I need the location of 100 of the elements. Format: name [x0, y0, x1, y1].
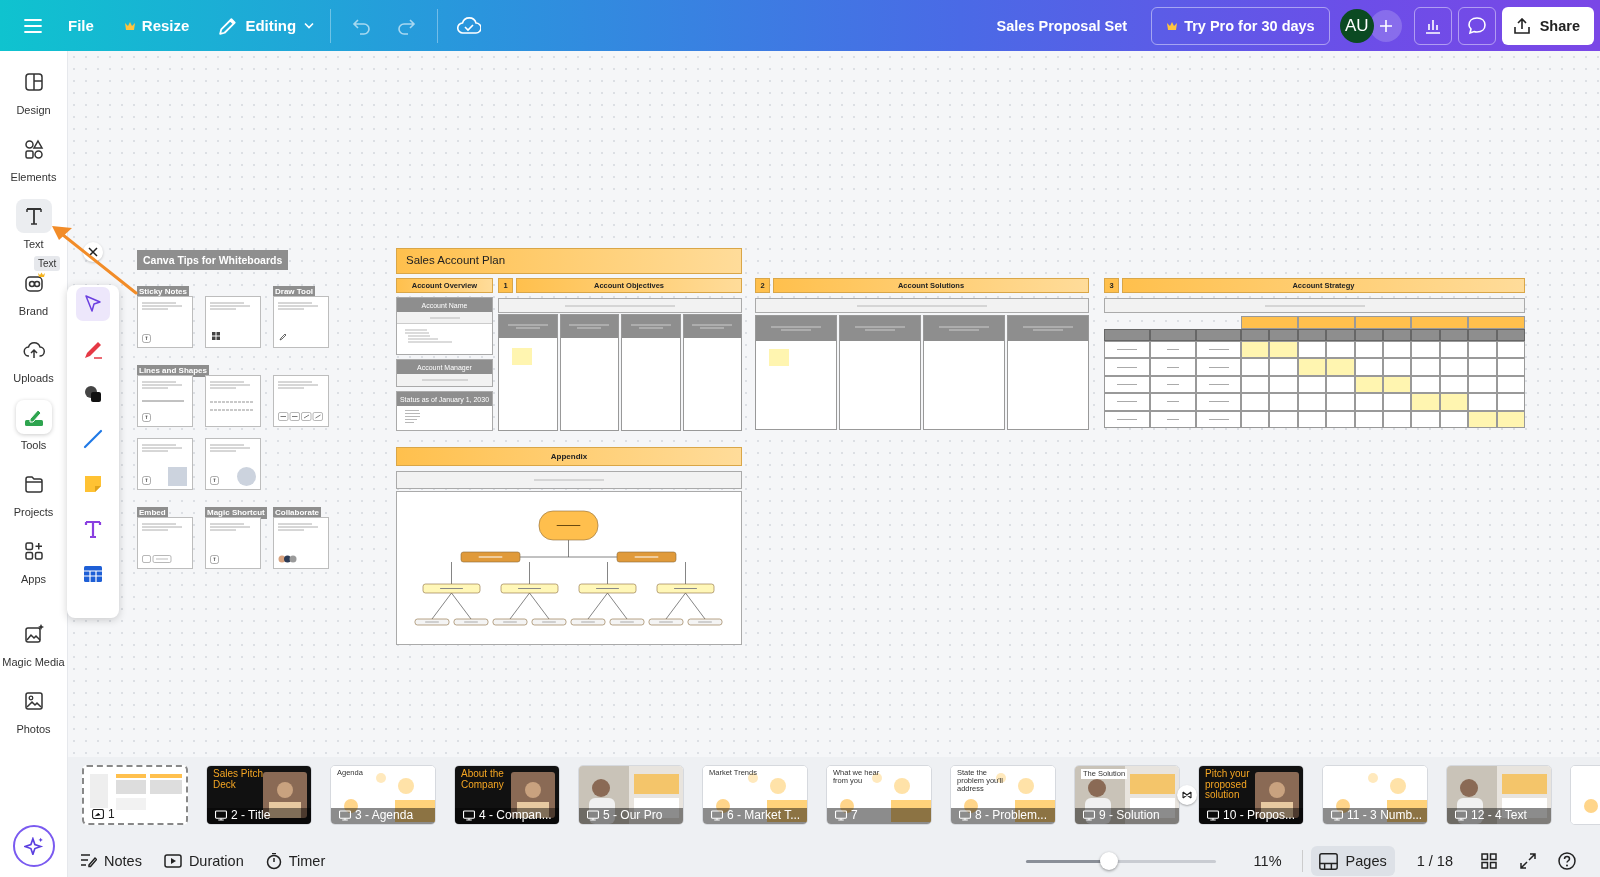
design-title[interactable]: Sales Proposal Set	[996, 17, 1128, 34]
user-avatar[interactable]: AU	[1339, 8, 1374, 43]
crown-icon	[123, 20, 136, 31]
sidebar-item[interactable]: Tools	[1, 400, 66, 467]
sidebar-item[interactable]: Design	[1, 65, 66, 132]
slide-label: 5 - Our Pro	[603, 808, 663, 822]
text-lines-drawing	[278, 302, 318, 312]
slide-thumbnail[interactable]: Sales Pitch Deck 2 - Title	[206, 765, 312, 825]
magic-assistant-button[interactable]	[12, 825, 55, 867]
layout-icon	[22, 71, 45, 93]
org-chart-node[interactable]	[492, 618, 528, 626]
chevron-down-icon	[304, 22, 315, 29]
circle-shape	[237, 467, 256, 486]
tip-card[interactable]	[205, 517, 261, 569]
tip-card[interactable]	[205, 375, 261, 427]
text-lines-drawing	[855, 326, 905, 331]
text-lines-drawing	[142, 444, 182, 454]
org-chart-node[interactable]	[414, 618, 450, 626]
tooltip: Text	[34, 256, 61, 271]
sidebar-item[interactable]: Magic Media	[1, 617, 66, 684]
sidebar-item[interactable]: Uploads	[1, 333, 66, 400]
org-chart-node[interactable]	[656, 583, 715, 594]
org-chart-node[interactable]	[648, 618, 684, 626]
connector-line	[431, 592, 452, 620]
folder-icon	[22, 473, 45, 495]
buttons-drawing	[142, 555, 172, 563]
lines-drawing	[210, 400, 254, 412]
text-lines-drawing	[142, 523, 182, 533]
tip-card[interactable]	[205, 438, 261, 490]
org-chart-node[interactable]	[453, 618, 489, 626]
connector-line	[607, 592, 628, 620]
line-drawing	[142, 400, 184, 402]
tip-card[interactable]	[205, 296, 261, 348]
org-chart-node[interactable]	[687, 618, 723, 626]
sidebar-item[interactable]: Projects	[1, 467, 66, 534]
sidebar-item[interactable]: Photos	[1, 684, 66, 751]
timer-button[interactable]: Timer	[265, 852, 326, 870]
key-drawing	[142, 334, 151, 343]
sidebar-item[interactable]: Apps	[1, 534, 66, 601]
slide-thumbnail[interactable]: 12 - 4 Text	[1446, 765, 1552, 825]
tip-card[interactable]	[273, 296, 329, 348]
text-lines-drawing	[1023, 326, 1073, 331]
key-drawing	[142, 413, 151, 422]
org-chart-node[interactable]	[422, 583, 481, 594]
bullet-list-drawing	[403, 409, 423, 426]
duration-button[interactable]: Duration	[163, 853, 244, 869]
org-chart-node[interactable]	[609, 618, 645, 626]
tip-card[interactable]	[273, 375, 329, 427]
share-button[interactable]: Share	[1501, 6, 1594, 45]
slide-label: 7	[851, 808, 858, 822]
tip-card[interactable]	[137, 375, 193, 427]
tip-card[interactable]	[137, 296, 193, 348]
brand-icon	[22, 272, 45, 294]
org-chart-node[interactable]	[531, 618, 567, 626]
transition-icon[interactable]	[1177, 785, 1197, 805]
layout-icon	[1318, 852, 1338, 870]
slide-label: 1	[108, 807, 115, 821]
presentation-icon	[959, 809, 971, 821]
org-chart-node[interactable]	[570, 618, 606, 626]
zoom-percentage[interactable]: 11%	[1253, 853, 1294, 869]
tip-card[interactable]	[273, 517, 329, 569]
connector-line	[451, 561, 452, 585]
org-chart-node[interactable]	[616, 551, 677, 563]
presentation-icon	[1455, 809, 1467, 821]
connector-line	[451, 592, 472, 620]
cloud-upload-icon	[22, 339, 45, 361]
notes-button[interactable]: Notes	[80, 853, 142, 869]
slide-thumbnail[interactable]: 1	[82, 765, 188, 825]
slide-title: Pitch your proposed solution	[1205, 769, 1251, 801]
presentation-icon	[463, 809, 475, 821]
tip-card[interactable]	[137, 438, 193, 490]
presentation-icon	[1207, 809, 1219, 821]
try-pro-button[interactable]: Try Pro for 30 days	[1151, 6, 1330, 45]
board-title: Sales Account Plan	[396, 248, 742, 274]
org-chart-node[interactable]	[500, 583, 559, 594]
slide-thumbnail[interactable]: 5 - Our Pro	[578, 765, 684, 825]
text-lines-drawing	[692, 324, 733, 329]
comment-icon[interactable]	[1457, 6, 1496, 45]
pages-button[interactable]: Pages	[1310, 846, 1395, 876]
tip-card[interactable]	[137, 517, 193, 569]
org-chart-node[interactable]	[460, 551, 521, 563]
image-sparkle-icon	[22, 623, 45, 645]
bar-chart-icon[interactable]	[1413, 6, 1452, 45]
connector-line	[587, 592, 608, 620]
text-lines-drawing	[278, 523, 318, 533]
whiteboard-icon	[92, 809, 104, 819]
sidebar-item[interactable]: Elements	[1, 132, 66, 199]
cursor-icon[interactable]	[76, 287, 110, 321]
text-lines-drawing	[507, 324, 548, 329]
org-chart-node[interactable]	[538, 510, 599, 541]
text-lines-drawing	[210, 302, 250, 312]
slider-handle[interactable]	[1099, 852, 1118, 870]
text-lines-drawing	[210, 444, 250, 454]
presentation-icon	[215, 809, 227, 821]
org-chart-node[interactable]	[578, 583, 637, 594]
presentation-icon	[1083, 809, 1095, 821]
presentation-icon	[711, 809, 723, 821]
pencil-icon	[219, 16, 238, 35]
presentation-icon	[339, 809, 351, 821]
text-lines-drawing	[939, 326, 989, 331]
